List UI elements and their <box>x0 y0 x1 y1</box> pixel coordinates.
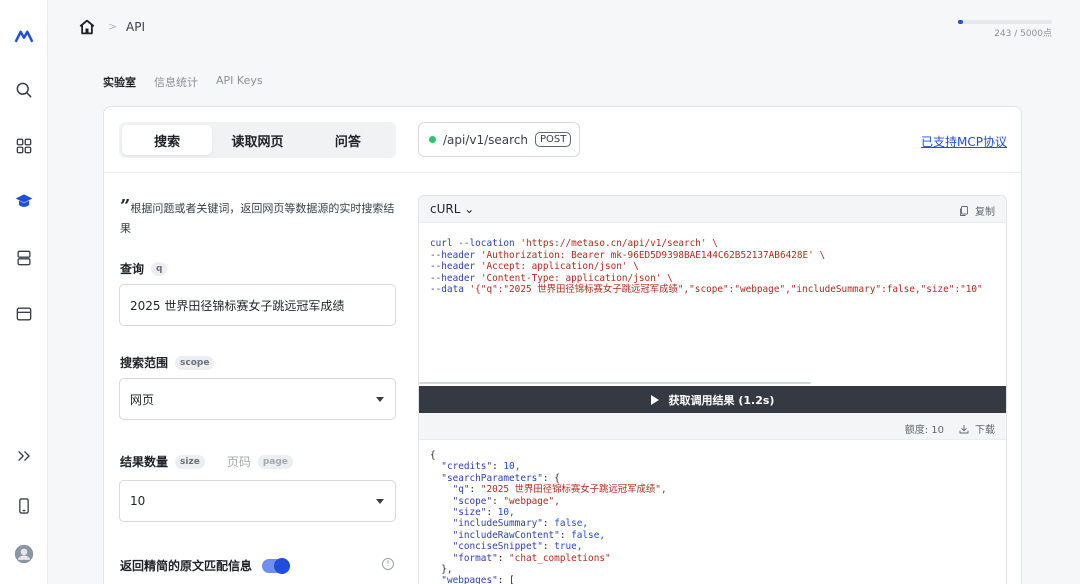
scope-select[interactable]: 网页 <box>119 378 396 420</box>
json-line: "q": "2025 世界田径锦标赛女子跳远冠军成绩", <box>452 484 667 496</box>
quote-mark-icon: ” <box>120 196 131 217</box>
chevron-right-icon: > <box>108 20 118 33</box>
scope-select-value: 网页 <box>130 392 155 407</box>
home-icon[interactable] <box>78 18 96 36</box>
segment-qa[interactable]: 问答 <box>303 125 393 155</box>
breadcrumb-current[interactable]: API <box>126 20 145 34</box>
query-input[interactable]: 2025 世界田径锦标赛女子跳远冠军成绩 <box>119 284 396 326</box>
size-select[interactable]: 10 <box>119 480 396 522</box>
code-header: cURL ⌄ 复制 <box>419 196 1006 223</box>
description-text: 根据问题或者关键词，返回网页等数据源的实时搜索结果 <box>120 202 395 235</box>
size-param-tag: size <box>175 454 205 469</box>
section-tabs: 实验室 信息统计 API Keys <box>103 74 263 90</box>
language-select[interactable]: cURL ⌄ <box>430 202 474 216</box>
json-line: }, <box>430 564 453 576</box>
json-line: "includeRawContent": false, <box>452 529 605 541</box>
play-icon <box>650 394 659 405</box>
segment-read-webpage[interactable]: 读取网页 <box>212 125 302 155</box>
json-line: "format": "chat_completions" <box>452 552 611 564</box>
user-avatar[interactable] <box>12 542 36 566</box>
mode-segmented-control: 搜索 读取网页 问答 <box>119 122 396 158</box>
json-line: "searchParameters": { <box>441 472 560 484</box>
http-method-badge: POST <box>535 132 572 147</box>
segment-search[interactable]: 搜索 <box>122 125 213 155</box>
metaso-logo-icon[interactable] <box>12 24 36 48</box>
json-line: "includeSummary": false, <box>452 518 589 530</box>
quota-progress-bar <box>958 20 1052 24</box>
result-meta: 额度: 10 下载 <box>905 421 995 436</box>
scope-label-text: 搜索范围 <box>120 356 169 370</box>
concise-label-text: 返回精简的原文匹配信息 <box>120 559 253 573</box>
download-button[interactable]: 下载 <box>958 421 995 436</box>
left-rail <box>0 0 48 584</box>
caret-down-icon <box>376 397 384 402</box>
code-card: cURL ⌄ 复制 curl --location 'https://metas… <box>418 195 1007 584</box>
mcp-protocol-link[interactable]: 已支持MCP协议 <box>921 133 1007 150</box>
quota-progress-fill <box>958 20 963 24</box>
code-line: --header 'Accept: application/json' \ <box>430 261 639 272</box>
curl-code-block[interactable]: curl --location 'https://metaso.cn/api/v… <box>430 238 1000 296</box>
code-line: --header 'Authorization: Bearer mk-96ED5… <box>430 249 826 261</box>
code-horizontal-scrollbar[interactable] <box>419 382 811 384</box>
copy-label: 复制 <box>975 207 995 218</box>
json-line: "webpages": [ <box>441 575 515 584</box>
window-icon[interactable] <box>12 302 36 326</box>
endpoint-description: ”根据问题或者关键词，返回网页等数据源的实时搜索结果 <box>120 197 398 239</box>
code-line: --data '{"q":"2025 世界田径锦标赛女子跳远冠军成绩","sco… <box>430 284 983 295</box>
language-value: cURL <box>430 202 461 216</box>
concise-field-label: 返回精简的原文匹配信息 <box>120 557 291 574</box>
download-icon <box>959 424 969 433</box>
endpoint-badge: /api/v1/search POST <box>418 122 580 157</box>
api-playground-panel: 搜索 读取网页 问答 /api/v1/search POST 已支持MCP协议 … <box>103 106 1022 584</box>
json-line: "size": 10, <box>452 507 515 519</box>
library-icon[interactable] <box>12 246 36 270</box>
expand-sidebar-icon[interactable] <box>12 444 36 468</box>
page-param-tag: page <box>257 454 293 469</box>
query-label-text: 查询 <box>120 262 145 276</box>
panel-header: 搜索 读取网页 问答 /api/v1/search POST 已支持MCP协议 <box>104 107 1021 173</box>
quota-text: 243 / 5000点 <box>994 29 1052 39</box>
graduation-cap-icon[interactable] <box>12 189 36 213</box>
download-label: 下载 <box>975 425 995 436</box>
json-line: "credits": 10, <box>441 461 521 473</box>
size-field-label: 结果数量 size 页码 page <box>120 453 293 470</box>
scope-field-label: 搜索范围 scope <box>120 354 215 371</box>
size-label-text: 结果数量 <box>120 455 169 469</box>
copy-icon <box>960 205 968 216</box>
code-line: --header 'Content-Type: application/json… <box>430 272 673 284</box>
query-field-label: 查询 q <box>120 260 168 277</box>
caret-down-icon <box>376 499 384 504</box>
status-dot-icon <box>429 136 436 143</box>
endpoint-path: /api/v1/search <box>443 132 529 147</box>
run-request-button[interactable]: 获取调用结果 (1.2s) <box>419 386 1006 413</box>
size-select-value: 10 <box>130 494 146 508</box>
chevron-down-icon: ⌄ <box>464 202 475 216</box>
scope-param-tag: scope <box>175 355 215 370</box>
run-button-label: 获取调用结果 (1.2s) <box>668 393 775 407</box>
apps-grid-icon[interactable] <box>12 134 36 158</box>
result-header: 额度: 10 下载 <box>419 413 1006 440</box>
copy-button[interactable]: 复制 <box>958 203 995 218</box>
top-bar: > API 243 / 5000点 <box>48 0 1080 58</box>
json-line: "scope": "webpage", <box>452 495 560 507</box>
mobile-app-icon[interactable] <box>12 494 36 518</box>
info-icon[interactable]: ! <box>382 558 394 570</box>
credits-label: 额度: 10 <box>904 425 944 436</box>
tab-lab[interactable]: 实验室 <box>103 74 136 90</box>
search-icon[interactable] <box>12 78 36 102</box>
query-input-value: 2025 世界田径锦标赛女子跳远冠军成绩 <box>130 298 345 313</box>
tab-statistics[interactable]: 信息统计 <box>154 74 198 90</box>
tab-api-keys[interactable]: API Keys <box>216 74 263 90</box>
concise-toggle[interactable] <box>262 557 291 574</box>
query-param-tag: q <box>151 261 168 276</box>
json-line: { <box>430 450 436 461</box>
result-json-block[interactable]: { "credits": 10, "searchParameters": { "… <box>430 450 667 584</box>
json-line: "conciseSnippet": true, <box>452 541 583 553</box>
page-label-text: 页码 <box>226 455 251 469</box>
code-line: curl --location 'https://metaso.cn/api/v… <box>430 238 718 249</box>
